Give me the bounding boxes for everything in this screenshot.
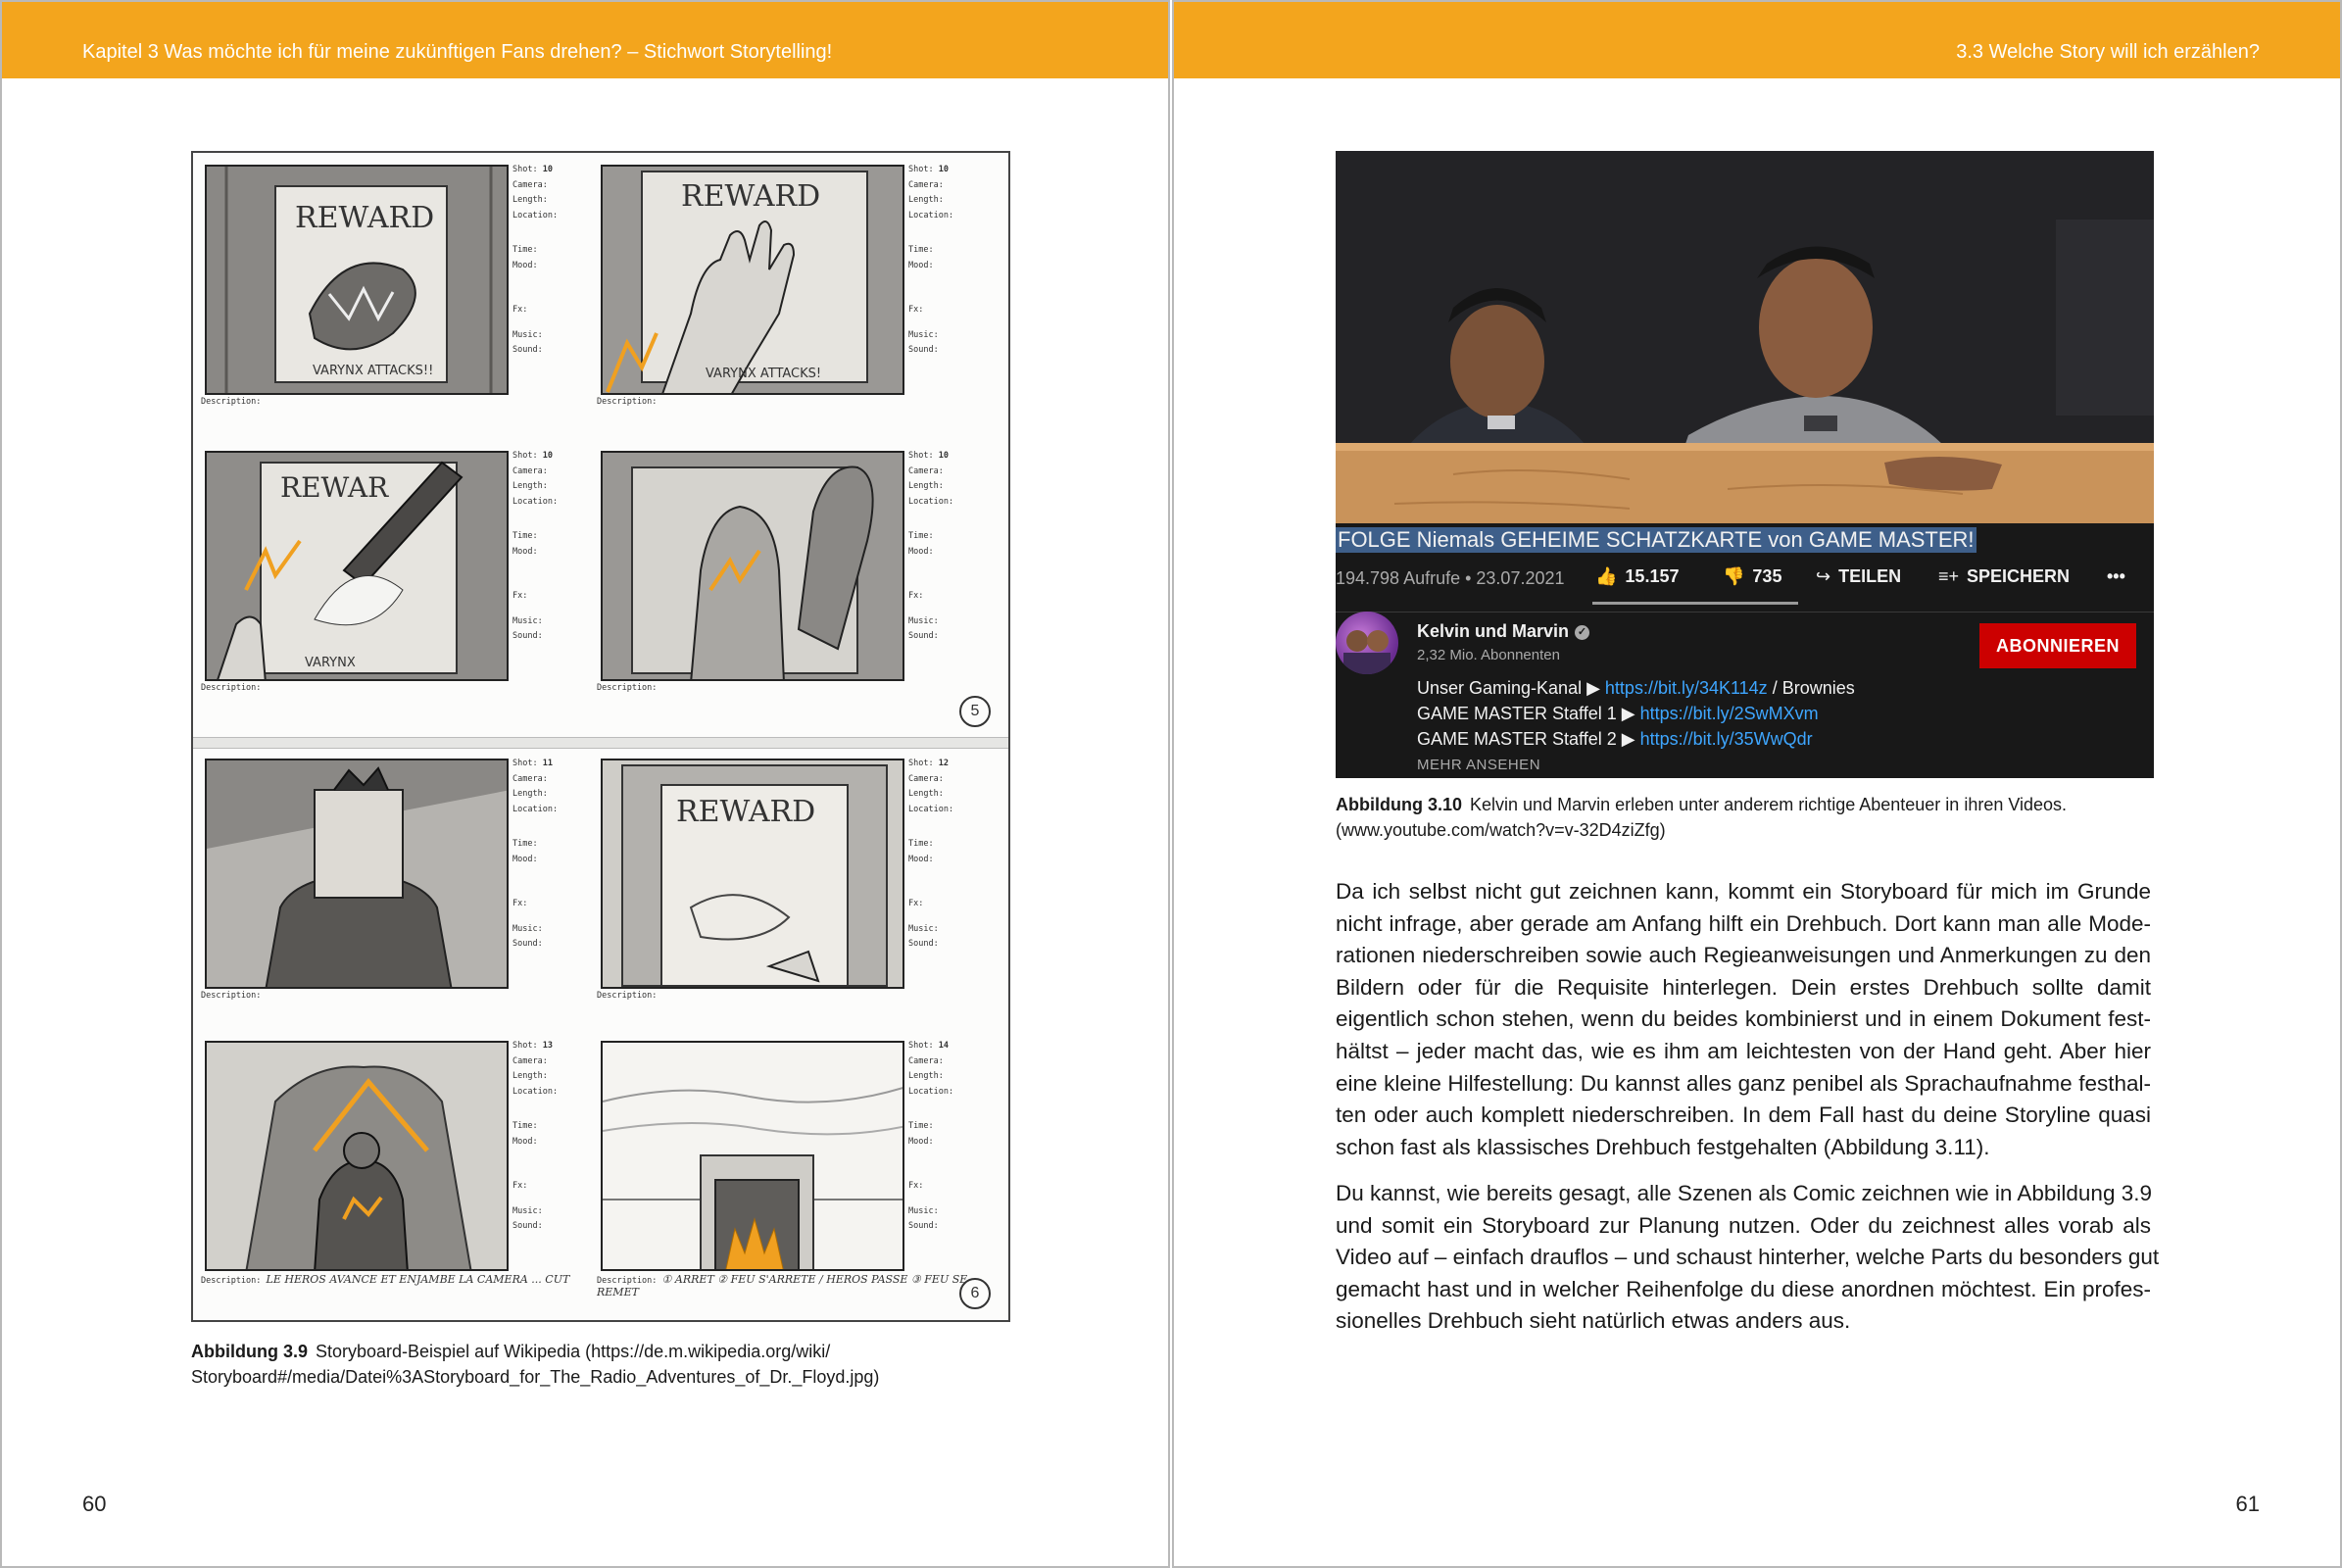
verified-icon: ✓	[1575, 624, 1590, 640]
storyboard-frame: Shot: 10 Camera: Length: Location: Time:…	[593, 443, 990, 698]
thumbs-down-icon: 👎	[1723, 566, 1745, 586]
frame-fields: Shot: 10 Camera: Length: Location: Time:…	[512, 451, 559, 641]
storyboard-frame: REWARD VARYNX ATTACKS! Shot: 10 Camera: …	[593, 157, 990, 412]
sheet-number: 6	[959, 1278, 991, 1309]
right-page: 3.3 Welche Story will ich erzählen? FOLG…	[1172, 0, 2342, 1568]
svg-text:REWARD: REWARD	[681, 179, 820, 214]
video-actions: 👍 15.157 👎 735 ↪ TEILEN ≡+ SPEICHERN •••	[1595, 566, 2154, 596]
page-number: 60	[82, 1492, 107, 1516]
video-thumbnail[interactable]	[1336, 151, 2154, 523]
body-paragraph: Da ich selbst nicht gut zeichnen kann, k…	[1336, 879, 2151, 1159]
sketch-reward-map: REWARD	[603, 760, 903, 987]
page-number: 61	[2235, 1492, 2260, 1516]
sketch-hand-on-poster: REWARD VARYNX ATTACKS!	[603, 167, 903, 393]
avatar-image	[1343, 630, 1391, 674]
thumbs-up-icon: 👍	[1595, 566, 1618, 586]
body-paragraph: Du kannst, wie bereits gesagt, alle Szen…	[1336, 1181, 2160, 1334]
storyboard-frame: Shot: 14 Camera: Length: Location: Time:…	[593, 1033, 990, 1298]
sketch-city-gate	[603, 1043, 903, 1269]
storyboard-frame: REWARD Shot: 12 Camera: Length: Location…	[593, 751, 990, 1005]
like-ratio-bar	[1592, 602, 1798, 605]
storyboard-panel	[601, 451, 904, 681]
caption-label: Abbildung 3.10	[1336, 795, 1463, 814]
caption-label: Abbildung 3.9	[191, 1342, 308, 1361]
video-title: FOLGE Niemals GEHEIME SCHATZKARTE von GA…	[1336, 527, 1976, 553]
svg-text:REWAR: REWAR	[280, 471, 389, 504]
sheet-divider	[193, 737, 1008, 749]
header-bar: Kapitel 3 Was möchte ich für meine zukün…	[2, 2, 1168, 78]
caption-text: Storyboard#/media/Datei%3AStoryboard_for…	[191, 1367, 880, 1387]
share-button[interactable]: ↪ TEILEN	[1816, 566, 1901, 587]
sketch-hero-approaching	[207, 1043, 507, 1269]
storyboard-panel: REWAR VARYNX	[205, 451, 509, 681]
channel-name[interactable]: Kelvin und Marvin ✓	[1417, 621, 1590, 642]
show-more-button[interactable]: MEHR ANSEHEN	[1417, 757, 1540, 773]
caption-text: Kelvin und Marvin erleben unter anderem …	[1470, 795, 2068, 814]
storyboard-frame: REWARD VARYNX ATTACKS!! Shot: 10 Camera:…	[197, 157, 594, 412]
storyboard-panel	[205, 759, 509, 989]
storyboard-panel	[601, 1041, 904, 1271]
subscribe-button[interactable]: ABONNIEREN	[1979, 623, 2136, 668]
frame-description-label: Description:	[201, 683, 262, 693]
description-line: GAME MASTER Staffel 2 ▶ https://bit.ly/3…	[1417, 729, 1813, 749]
svg-text:REWARD: REWARD	[295, 201, 434, 235]
frame-description-label: Description:	[201, 397, 262, 407]
caption-text: (www.youtube.com/watch?v=v-32D4ziZfg)	[1336, 820, 1666, 840]
running-head: 3.3 Welche Story will ich erzählen?	[1956, 41, 2260, 63]
frame-fields: Shot: 10 Camera: Length: Location: Time:…	[908, 165, 954, 355]
share-icon: ↪	[1816, 566, 1831, 586]
like-button[interactable]: 👍 15.157	[1595, 566, 1679, 587]
storyboard-panel: REWARD	[601, 759, 904, 989]
youtube-screenshot: FOLGE Niemals GEHEIME SCHATZKARTE von GA…	[1336, 151, 2154, 778]
frame-fields: Shot: 13 Camera: Length: Location: Time:…	[512, 1041, 559, 1231]
description-link[interactable]: https://bit.ly/34K114z	[1605, 678, 1768, 698]
subscriber-count: 2,32 Mio. Abonnenten	[1417, 647, 1560, 663]
caption-text: Storyboard-Beispiel auf Wikipedia (https…	[316, 1342, 831, 1361]
more-actions-button[interactable]: •••	[2107, 566, 2125, 587]
description-link[interactable]: https://bit.ly/2SwMXvm	[1640, 704, 1819, 723]
figure-caption: Abbildung 3.10 Kelvin und Marvin erleben …	[1336, 792, 2178, 843]
header-bar: 3.3 Welche Story will ich erzählen?	[1174, 2, 2340, 78]
left-page: Kapitel 3 Was möchte ich für meine zukün…	[0, 0, 1170, 1568]
frame-description-label: Description:	[597, 683, 658, 693]
frame-fields: Shot: 10 Camera: Length: Location: Time:…	[908, 451, 954, 641]
storyboard-panel: REWARD VARYNX ATTACKS!!	[205, 165, 509, 395]
dislike-button[interactable]: 👎 735	[1723, 566, 1781, 587]
svg-text:VARYNX ATTACKS!: VARYNX ATTACKS!	[706, 367, 821, 381]
sheet-number: 5	[959, 696, 991, 727]
storyboard-frame: Shot: 11 Camera: Length: Location: Time:…	[197, 751, 594, 1005]
storyboard-panel: REWARD VARYNX ATTACKS!	[601, 165, 904, 395]
frame-description-label: Description:	[597, 397, 658, 407]
description-line: GAME MASTER Staffel 1 ▶ https://bit.ly/2…	[1417, 704, 1819, 723]
sketch-knife-strike: REWAR VARYNX	[207, 453, 507, 679]
svg-text:VARYNX ATTACKS!!: VARYNX ATTACKS!!	[313, 364, 433, 378]
video-stats: 194.798 Aufrufe • 23.07.2021	[1336, 568, 1565, 588]
frame-fields: Shot: 14 Camera: Length: Location: Time:…	[908, 1041, 954, 1231]
storyboard-frame: Shot: 13 Camera: Length: Location: Time:…	[197, 1033, 594, 1288]
frame-description-label: Description:	[597, 991, 658, 1001]
sketch-hero-reading-map	[207, 760, 507, 987]
sketch-wanted-poster: REWARD VARYNX ATTACKS!!	[207, 167, 507, 393]
svg-text:REWARD: REWARD	[676, 795, 815, 829]
storyboard-panel	[205, 1041, 509, 1271]
running-head: Kapitel 3 Was möchte ich für meine zukün…	[82, 41, 833, 63]
frame-description-label: Description:	[201, 991, 262, 1001]
frame-description-label: Description: ① ARRET ② FEU S'ARRETE / HE…	[597, 1273, 968, 1298]
frame-fields: Shot: 12 Camera: Length: Location: Time:…	[908, 759, 954, 949]
channel-avatar[interactable]	[1336, 612, 1398, 674]
frame-description-label: Description: LE HEROS AVANCE ET ENJAMBE …	[201, 1273, 570, 1286]
storyboard-frame: REWAR VARYNX Shot: 10 Camera: Length: Lo…	[197, 443, 594, 698]
description-link[interactable]: https://bit.ly/35WwQdr	[1640, 729, 1813, 749]
frame-fields: Shot: 10 Camera: Length: Location: Time:…	[512, 165, 559, 355]
save-button[interactable]: ≡+ SPEICHERN	[1938, 566, 2070, 587]
more-icon: •••	[2107, 566, 2125, 586]
storyboard-figure: REWARD VARYNX ATTACKS!! Shot: 10 Camera:…	[191, 151, 1010, 1322]
playlist-add-icon: ≡+	[1938, 566, 1960, 586]
figure-caption: Abbildung 3.9 Storyboard-Beispiel auf Wik…	[191, 1339, 1034, 1390]
sketch-gauntlet-hands	[603, 453, 903, 679]
frame-fields: Shot: 11 Camera: Length: Location: Time:…	[512, 759, 559, 949]
description-line: Unser Gaming-Kanal ▶ https://bit.ly/34K1…	[1417, 678, 1855, 698]
svg-text:VARYNX: VARYNX	[305, 656, 356, 670]
